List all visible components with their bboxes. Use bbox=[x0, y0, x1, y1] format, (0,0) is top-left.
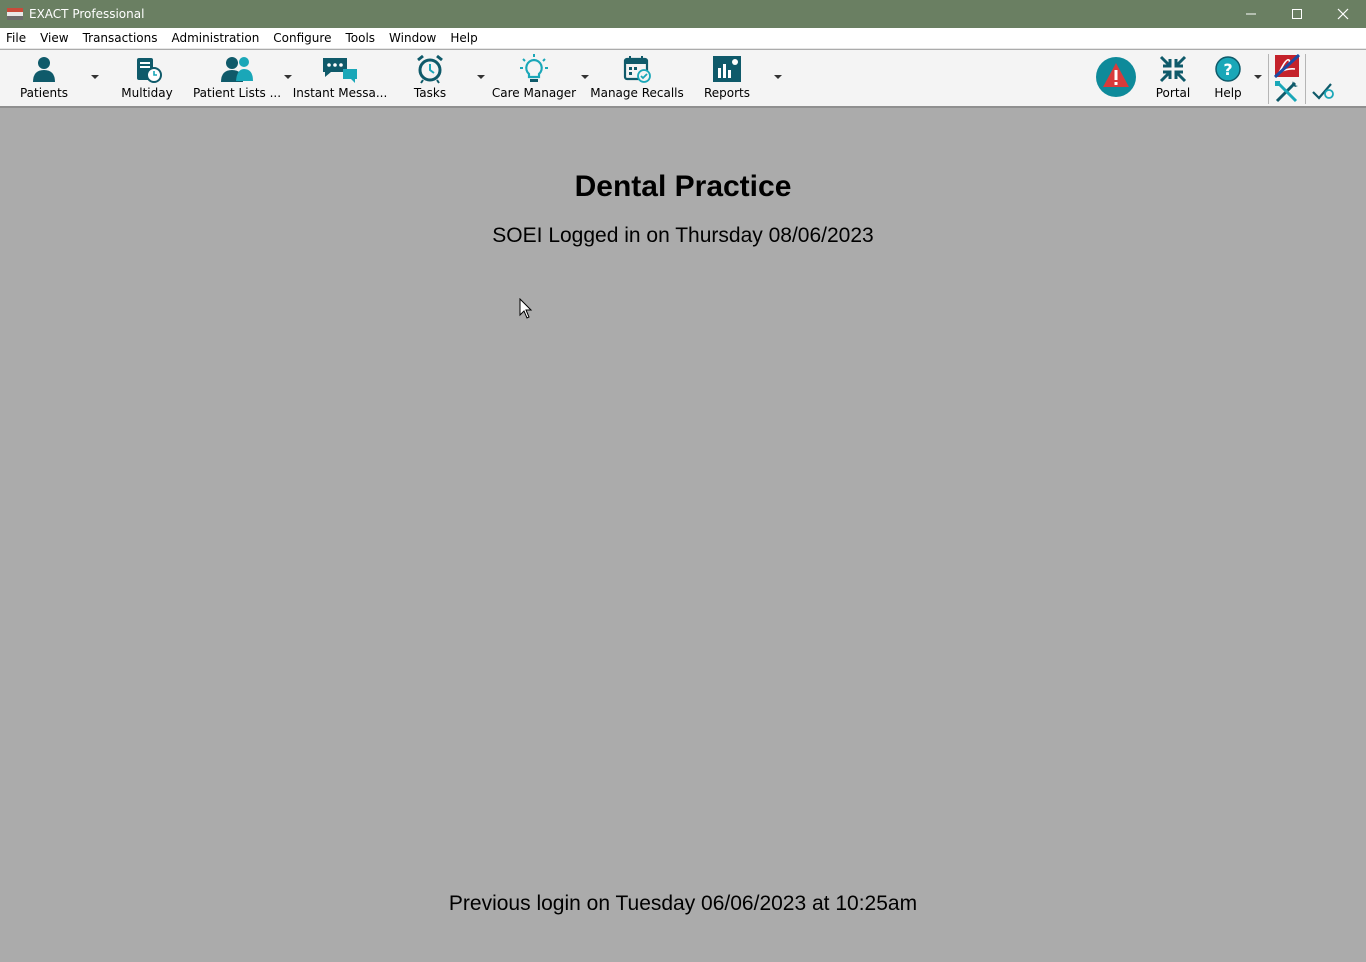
previous-login: Previous login on Tuesday 06/06/2023 at … bbox=[448, 892, 918, 915]
lightbulb-icon bbox=[520, 54, 548, 82]
svg-text:?: ? bbox=[1223, 60, 1232, 79]
main-content: Dental Practice SOEI Logged in on Thursd… bbox=[0, 108, 1366, 962]
patient-lists-button[interactable]: Patient Lists ... bbox=[193, 54, 281, 102]
toolbar-separator bbox=[1268, 54, 1269, 104]
login-status: SOEI Logged in on Thursday 08/06/2023 bbox=[492, 224, 874, 247]
mouse-cursor-icon bbox=[519, 298, 533, 319]
patient-icon bbox=[33, 57, 55, 82]
instant-messages-label: Instant Messa... bbox=[292, 86, 388, 100]
bar-chart-icon bbox=[713, 56, 741, 82]
care-manager-dropdown-caret[interactable] bbox=[581, 75, 589, 79]
help-dropdown-caret[interactable] bbox=[1254, 75, 1262, 79]
menu-administration[interactable]: Administration bbox=[164, 28, 266, 49]
menu-tools[interactable]: Tools bbox=[338, 28, 382, 49]
menu-transactions[interactable]: Transactions bbox=[76, 28, 165, 49]
menu-window[interactable]: Window bbox=[382, 28, 443, 49]
close-icon bbox=[1337, 8, 1349, 20]
acrobat-icon bbox=[1274, 54, 1300, 78]
minimize-button[interactable] bbox=[1228, 0, 1274, 28]
portal-label: Portal bbox=[1155, 86, 1191, 100]
reports-dropdown-caret[interactable] bbox=[774, 75, 782, 79]
instant-messages-button[interactable]: Instant Messa... bbox=[293, 54, 387, 102]
reports-button[interactable]: Reports bbox=[704, 54, 750, 102]
tools-icon bbox=[1275, 81, 1298, 103]
help-button[interactable]: ? Help bbox=[1210, 54, 1246, 102]
menu-help[interactable]: Help bbox=[443, 28, 484, 49]
checkmark-icon bbox=[1312, 83, 1334, 100]
title-bar: EXACT Professional bbox=[0, 0, 1366, 28]
close-button[interactable] bbox=[1320, 0, 1366, 28]
maximize-icon bbox=[1292, 9, 1302, 19]
multiday-icon bbox=[137, 58, 162, 83]
toolbar: Patients Multiday Patient Lists ... Inst… bbox=[0, 50, 1366, 108]
minimize-icon bbox=[1246, 13, 1256, 15]
help-label: Help bbox=[1214, 86, 1242, 100]
reports-label: Reports bbox=[703, 86, 751, 100]
alert-button[interactable] bbox=[1094, 56, 1138, 104]
compress-arrows-icon bbox=[1159, 55, 1187, 83]
toolbar-separator bbox=[1305, 54, 1306, 104]
patients-label: Patients bbox=[19, 86, 69, 100]
manage-recalls-label: Manage Recalls bbox=[590, 86, 684, 100]
practice-name: Dental Practice bbox=[574, 170, 792, 203]
manage-recalls-button[interactable]: Manage Recalls bbox=[590, 54, 684, 102]
patient-lists-dropdown-caret[interactable] bbox=[284, 75, 292, 79]
window-title: EXACT Professional bbox=[29, 7, 145, 21]
portal-button[interactable]: Portal bbox=[1152, 54, 1194, 102]
calendar-check-icon bbox=[623, 56, 651, 83]
menu-file[interactable]: File bbox=[0, 28, 33, 49]
settings-tools-button[interactable] bbox=[1272, 80, 1302, 106]
alarm-clock-icon bbox=[417, 54, 443, 84]
help-question-icon: ? bbox=[1215, 56, 1241, 82]
patients-dropdown-caret[interactable] bbox=[91, 75, 99, 79]
care-manager-label: Care Manager bbox=[491, 86, 577, 100]
patient-lists-label: Patient Lists ... bbox=[192, 86, 282, 100]
warning-icon bbox=[1096, 57, 1136, 97]
menu-configure[interactable]: Configure bbox=[266, 28, 338, 49]
tasks-dropdown-caret[interactable] bbox=[477, 75, 485, 79]
multiday-label: Multiday bbox=[121, 86, 173, 100]
quick-action-button[interactable] bbox=[1310, 80, 1336, 106]
window-controls bbox=[1228, 0, 1366, 28]
maximize-button[interactable] bbox=[1274, 0, 1320, 28]
app-icon bbox=[7, 8, 23, 20]
patients-button[interactable]: Patients bbox=[19, 54, 69, 102]
menu-bar: File View Transactions Administration Co… bbox=[0, 28, 1366, 49]
tasks-button[interactable]: Tasks bbox=[410, 54, 450, 102]
chat-icon bbox=[323, 58, 357, 83]
multiday-button[interactable]: Multiday bbox=[120, 54, 174, 102]
patient-lists-icon bbox=[221, 57, 253, 82]
tasks-label: Tasks bbox=[413, 86, 447, 100]
care-manager-button[interactable]: Care Manager bbox=[491, 54, 577, 102]
acrobat-button[interactable] bbox=[1272, 54, 1302, 78]
menu-view[interactable]: View bbox=[33, 28, 75, 49]
